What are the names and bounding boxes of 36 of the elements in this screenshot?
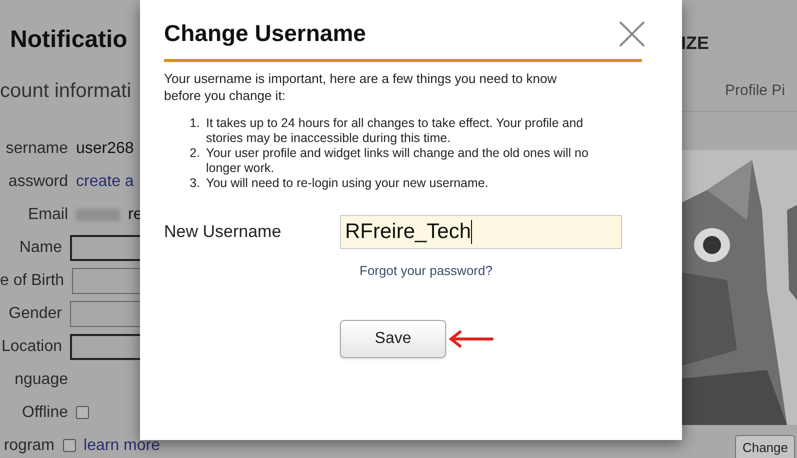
panel-title: IZE <box>681 32 710 55</box>
field-label: Email <box>26 204 68 224</box>
save-button[interactable]: Save <box>340 320 446 358</box>
field-label: New Username <box>164 220 282 243</box>
field-label: sername <box>4 138 68 158</box>
dialog-title: Change Username <box>164 19 366 48</box>
field-label: rogram <box>2 436 55 456</box>
field-label: Offline <box>21 402 68 422</box>
field-value: user268 <box>76 138 134 158</box>
close-icon[interactable] <box>618 20 646 48</box>
step-number: 3. <box>188 176 200 190</box>
field-label: Location <box>0 336 62 356</box>
username-field[interactable]: RFreire_Tech <box>340 214 622 248</box>
field-label: assword <box>7 172 68 192</box>
create-account-link[interactable]: create a <box>76 170 134 194</box>
field-label: Name <box>18 238 62 258</box>
field-label: Gender <box>8 304 62 324</box>
blurred-text <box>76 208 120 220</box>
field-value: RFreire_Tech <box>345 218 472 245</box>
learn-more-link[interactable]: learn more <box>84 434 160 458</box>
step-text: Your user profile and widget links will change and the old ones will no longer work. <box>206 146 590 176</box>
change-button[interactable]: Change <box>735 435 795 458</box>
arrow-icon <box>448 330 494 348</box>
field-label: e of Birth <box>0 270 64 290</box>
checkbox[interactable] <box>76 406 89 419</box>
field-label: nguage <box>14 370 68 390</box>
checkbox[interactable] <box>62 439 76 452</box>
step-number: 1. <box>188 116 200 132</box>
column-header: Profile Pi <box>725 82 786 99</box>
page-title: Notificatio <box>9 25 128 55</box>
step-number: 2. <box>188 146 200 162</box>
step-text: You will need to re-login using your new username. <box>206 176 488 190</box>
forgot-password-link[interactable]: Forgot your password? <box>360 260 492 280</box>
step-text: It takes up to 24 hours for all changes to take effect. Your profile and stories may be inaccessible during this time. <box>206 116 584 146</box>
section-heading: count informati <box>0 79 132 104</box>
intro-text: Your username is important, here are a few things you need to know before you change it: <box>164 70 558 104</box>
